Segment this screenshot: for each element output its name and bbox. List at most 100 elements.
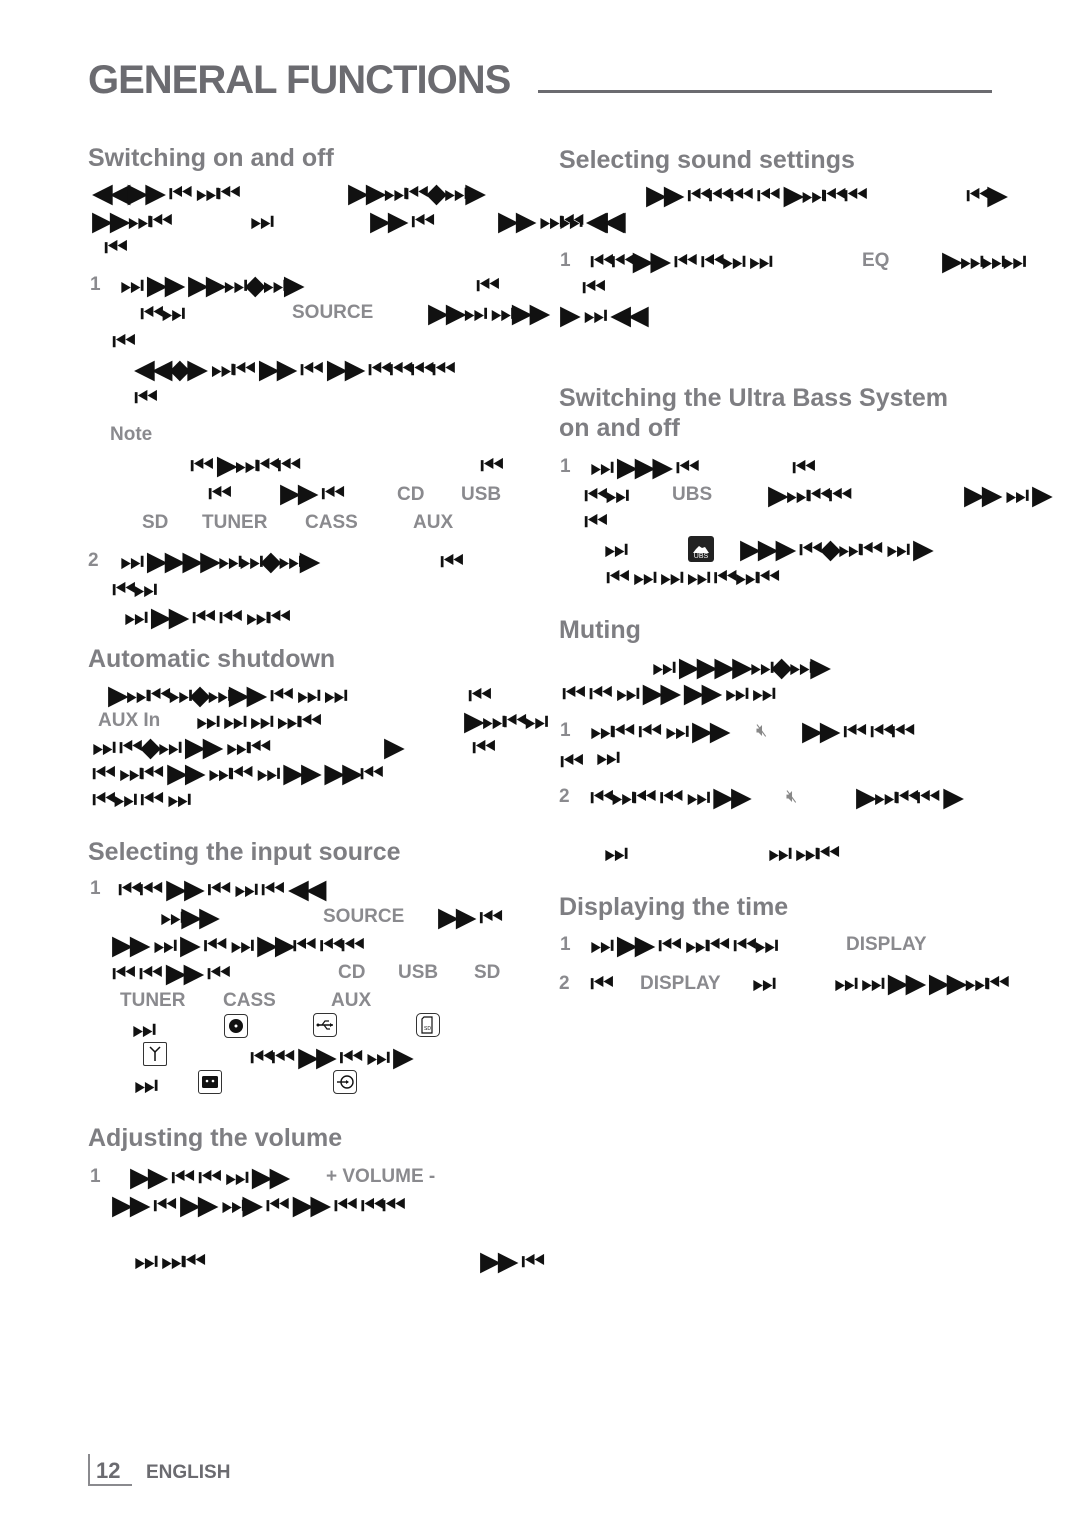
garbled-text: ⏭▶▶ [160,902,220,933]
source-button-label: SOURCE [323,906,405,927]
source-label-usb: USB [461,484,502,505]
garbled-text: ▶▶⏭⏮◆⏭▶ [348,178,486,209]
source-label-tuner: TUNER [202,512,268,533]
garbled-text: ⏭ ▶▶ ▶▶⏭◆⏭▶ [120,270,305,301]
sd-card-icon: SD [416,1013,440,1037]
heading-muting: Muting [559,616,641,644]
step-number: 1 [560,720,571,741]
heading-displaying-time: Displaying the time [559,893,789,921]
garbled-text: ⏭ ⏭⏮ [134,1246,207,1277]
page-title: GENERAL FUNCTIONS [88,58,511,102]
garbled-text: ▶▶ ⏮ [280,478,345,509]
garbled-text: ⏮ [476,270,500,301]
garbled-text: ▶⏭⏮⏭◆⏭▶▶ ⏮ ⏭ ⏭ [108,680,348,711]
step-number: 1 [90,274,101,295]
garbled-text: ⏮ [112,326,136,357]
garbled-text: ▶⏭⏮⏮ [768,480,853,511]
garbled-text: ⏭ ⏮◆⏭ ▶▶ ⏭⏮ [92,732,272,763]
step-number: 1 [560,250,571,271]
garbled-text: ⏭ [596,742,620,773]
heading-ultra-bass-system-line2: on and off [559,414,680,442]
garbled-text: ⏮⏭ [584,480,630,511]
garbled-text: ▶▶▶ ⏮◆⏭⏮ ⏭ ▶ [740,534,934,565]
garbled-text: ⏮⏭ [112,574,158,605]
step-number: 1 [90,878,101,899]
garbled-text: ⏮ [134,382,158,413]
garbled-text: ⏮ [472,732,496,763]
garbled-text: ⏮ [582,272,606,303]
garbled-text: ⏮ ⏭ ⏭ ⏭ ⏮⏭⏮ [606,562,780,593]
garbled-text: ⏭ ⏭ ▶▶ ▶▶⏭⏮ [834,968,1010,999]
garbled-text: ⏮⏭⏮ ⏮ ⏭ ▶▶ [590,782,752,813]
garbled-text: ⏭ ◀◀ [559,206,624,237]
garbled-text: ▶▶⏭⏮ [92,206,173,237]
source-label-tuner: TUNER [120,990,186,1011]
source-label-cass: CASS [223,990,276,1011]
garbled-text: ⏮⏭ ⏮ ⏭ [92,784,191,815]
volume-button-label: + VOLUME - [326,1166,436,1187]
garbled-text: ▶⏭⏮⏮ ▶ [856,782,964,813]
garbled-text: ◀◀▶▶ ⏮ ⏭⏮ [92,178,241,209]
garbled-text: ▶ [384,732,405,763]
garbled-text: ▶▶⏭ ⏭▶▶ [428,298,550,329]
garbled-text: ⏮ ⏮ ▶▶ ⏮ [112,958,231,989]
footer-language: ENGLISH [146,1462,231,1483]
garbled-text: ▶▶ ⏭ ▶ [964,480,1053,511]
display-button-label: DISPLAY [846,934,927,955]
garbled-text: ⏭ ▶▶ ⏮ ⏮ ⏭⏮ [124,602,291,633]
title-rule [538,90,992,93]
cassette-icon [198,1070,222,1094]
garbled-text: ⏮⏮ ▶▶ ⏮ ⏭ ⏮ ◀◀ [118,874,326,905]
garbled-text: ⏮ [440,546,464,577]
garbled-text: ▶ ⏭ ◀◀ [560,300,649,331]
step-number: 1 [90,1166,101,1187]
tuner-antenna-icon [143,1042,167,1066]
garbled-text: ▶▶ ⏮ [438,902,503,933]
garbled-text: ⏭ ▶▶▶▶⏭⏭◆⏭▶ [120,546,320,577]
garbled-text: ⏭⏮ ⏮ ⏭ ▶▶ [590,716,730,747]
page-number: 12 [96,1458,121,1483]
garbled-text: ⏮ ▶⏭⏮⏮ [190,450,302,481]
garbled-text: ⏮ [560,746,584,777]
display-button-label: DISPLAY [640,973,721,994]
aux-input-icon [333,1070,357,1094]
garbled-text: ⏭ ⏭⏮ [768,838,841,869]
garbled-text: ▶▶ ⏮ ▶▶ ⏭▶ ⏮ ▶▶ ⏮ ⏮⏮ [112,1190,406,1221]
note-label: Note [110,424,153,445]
step-number: 2 [559,973,570,994]
garbled-text: ⏮ [208,478,232,509]
step-number: 1 [560,934,571,955]
garbled-text: ◀◀◆▶ ⏭⏮ ▶▶ ⏮ ▶▶ ⏮⏮⏮⏮ [134,354,456,385]
usb-icon [313,1013,337,1037]
source-label-aux: AUX [413,512,454,533]
garbled-text: ⏮ [468,680,492,711]
source-label-cd: CD [397,484,425,505]
step-number: 1 [560,456,571,477]
svg-text:SD: SD [424,1026,431,1032]
mute-icon: 🔇︎ [786,786,798,806]
garbled-text: ⏭ ▶▶▶▶⏭◆⏭▶ [652,652,831,683]
garbled-text: ▶▶ ⏭ ▶ ⏮ ⏭ ▶▶⏮ ⏮⏮ [112,930,365,961]
garbled-text: ▶▶ ⏮ [480,1246,545,1277]
heading-selecting-sound-settings: Selecting sound settings [559,146,855,174]
heading-automatic-shutdown: Automatic shutdown [88,645,336,673]
source-label-cass: CASS [305,512,358,533]
heading-selecting-input-source: Selecting the input source [88,838,401,866]
cd-icon [224,1014,248,1038]
garbled-text: ▶▶ ⏮ ⏮ ⏭ ▶▶ [130,1162,290,1193]
garbled-text: ⏮⏮ ▶▶ ⏮ ⏭ ▶ [250,1042,414,1073]
garbled-text: ⏮ [590,968,614,999]
garbled-text: ⏮ ⏮ ⏭ ▶▶ ▶▶ ⏭ ⏭ [562,678,776,709]
heading-switching-on-off: Switching on and off [88,144,334,172]
garbled-text: ⏮ [792,452,816,483]
garbled-text: ▶▶ ⏮ ⏮⏮ [802,716,916,747]
garbled-text: ⏮ ⏭⏮ ▶▶ ⏭⏮ ⏭ ▶▶ ▶▶⏮ [92,758,384,789]
garbled-text: ⏭ ▶▶▶ ⏮ [590,452,700,483]
garbled-text: ⏮ [480,450,504,481]
garbled-text: ⏮⏭ [140,298,186,329]
garbled-text: ▶⏭⏭⏭ [942,246,1027,277]
step-number: 2 [559,786,570,807]
heading-ultra-bass-system: Switching the Ultra Bass System [559,384,949,412]
heading-adjusting-volume: Adjusting the volume [88,1124,343,1152]
source-button-label: SOURCE [292,302,374,323]
